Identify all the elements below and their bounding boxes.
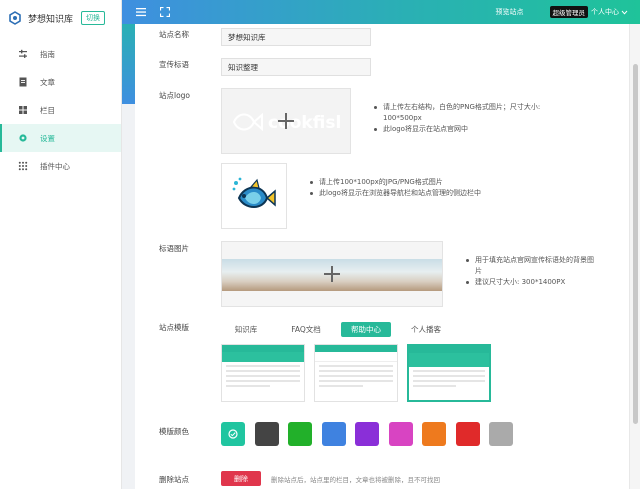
tab-personal-blog[interactable]: 个人播客 xyxy=(401,322,451,337)
banner-label: 标语图片 xyxy=(159,244,189,253)
sliders-icon xyxy=(18,49,28,59)
scrollbar[interactable] xyxy=(629,24,640,489)
note-item: 建议尺寸大小: 300*1400PX xyxy=(465,277,595,288)
switch-button[interactable]: 切换 xyxy=(81,11,106,25)
template-tabs: 知识库 FAQ文档 帮助中心 个人播客 xyxy=(221,322,461,337)
menu-icon[interactable] xyxy=(136,7,146,17)
sidebar-item-guide[interactable]: 指南 xyxy=(0,40,121,68)
site-name-label: 站点名称 xyxy=(159,30,189,39)
note-item: 此logo将显示在站点官网中 xyxy=(373,124,573,135)
logo-label: 站点logo xyxy=(159,91,191,100)
tab-help-center[interactable]: 帮助中心 xyxy=(341,322,391,337)
fullscreen-icon[interactable] xyxy=(160,7,170,17)
color-swatches xyxy=(221,422,523,446)
topbar: 预览站点 超级管理员 个人中心 xyxy=(122,0,640,24)
tab-faq[interactable]: FAQ文档 xyxy=(281,322,331,337)
template-thumbnail[interactable] xyxy=(221,344,305,402)
user-center-menu[interactable]: 个人中心 xyxy=(591,7,628,17)
plus-icon xyxy=(324,266,340,282)
user-center-label: 个人中心 xyxy=(591,8,619,16)
color-swatch[interactable] xyxy=(489,422,513,446)
settings-panel: 站点名称 梦想知识库 宣传标语 知识整理 站点logo cookfish 请上传… xyxy=(135,24,629,489)
plus-icon xyxy=(278,113,294,129)
header-accent xyxy=(122,24,135,104)
color-swatch[interactable] xyxy=(422,422,446,446)
tab-knowledge-base[interactable]: 知识库 xyxy=(221,322,271,337)
delete-button[interactable]: 删除 xyxy=(221,471,261,486)
apps-icon xyxy=(18,161,28,171)
sidebar-item-articles[interactable]: 文章 xyxy=(0,68,121,96)
logo-notes: 请上传左右结构，白色的PNG格式图片；尺寸大小: 100*500px 此logo… xyxy=(373,102,573,135)
scroll-thumb[interactable] xyxy=(633,64,638,424)
sidebar-item-label: 插件中心 xyxy=(40,161,70,171)
note-item: 请上传左右结构，白色的PNG格式图片；尺寸大小: 100*500px xyxy=(373,102,573,124)
brand-name: 梦想知识库 xyxy=(28,14,74,25)
fish-icon xyxy=(232,177,276,208)
document-icon xyxy=(18,77,28,87)
color-swatch[interactable] xyxy=(254,422,279,446)
color-swatch[interactable] xyxy=(288,422,312,446)
banner-notes: 用于填充站点官网宣传标语处的背景图片 建议尺寸大小: 300*1400PX xyxy=(465,255,595,288)
brand: 梦想知识库 切换 xyxy=(0,0,121,36)
template-thumbnail[interactable] xyxy=(314,344,398,402)
sidebar-item-label: 设置 xyxy=(40,133,55,143)
delete-warning: 删除站点后，站点里的栏目，文章也将被删除，且不可找回 xyxy=(271,476,440,484)
theme-color-label: 模版颜色 xyxy=(159,427,189,436)
chevron-down-icon xyxy=(621,10,628,15)
gear-icon xyxy=(18,133,28,143)
favicon-upload-box[interactable] xyxy=(221,163,287,229)
sidebar-item-label: 文章 xyxy=(40,77,55,87)
color-swatch[interactable] xyxy=(355,422,379,446)
sidebar-item-label: 指南 xyxy=(40,49,55,59)
favicon-notes: 请上传100*100px的JPG/PNG格式图片 此logo将显示在浏览器导航栏… xyxy=(309,177,529,199)
grid-icon xyxy=(18,105,28,115)
role-badge: 超级管理员 xyxy=(549,6,588,18)
note-item: 请上传100*100px的JPG/PNG格式图片 xyxy=(309,177,529,188)
selected-indicator-icon xyxy=(228,429,238,439)
color-swatch[interactable] xyxy=(388,422,413,446)
template-label: 站点模版 xyxy=(159,323,189,332)
preview-site-link[interactable]: 预览站点 xyxy=(496,7,524,17)
banner-upload-box[interactable] xyxy=(221,241,443,307)
note-item: 用于填充站点官网宣传标语处的背景图片 xyxy=(465,255,595,277)
brand-logo-icon xyxy=(9,11,21,25)
logo-upload-box[interactable]: cookfish xyxy=(221,88,351,154)
slogan-label: 宣传标语 xyxy=(159,60,189,69)
sidebar: 梦想知识库 切换 指南 文章 栏目 设置 插件中心 xyxy=(0,0,122,489)
sidebar-item-label: 栏目 xyxy=(40,105,55,115)
template-thumbnail-selected[interactable] xyxy=(407,344,491,402)
site-name-input[interactable]: 梦想知识库 xyxy=(221,28,371,46)
note-item: 此logo将显示在浏览器导航栏和站点管理的侧边栏中 xyxy=(309,188,529,199)
slogan-input[interactable]: 知识整理 xyxy=(221,58,371,76)
color-swatch[interactable] xyxy=(455,422,480,446)
sidebar-item-columns[interactable]: 栏目 xyxy=(0,96,121,124)
delete-site-label: 删除站点 xyxy=(159,475,189,484)
sidebar-item-settings[interactable]: 设置 xyxy=(0,124,121,152)
sidebar-item-plugins[interactable]: 插件中心 xyxy=(0,152,121,180)
color-swatch[interactable] xyxy=(221,422,245,446)
color-swatch[interactable] xyxy=(321,422,346,446)
